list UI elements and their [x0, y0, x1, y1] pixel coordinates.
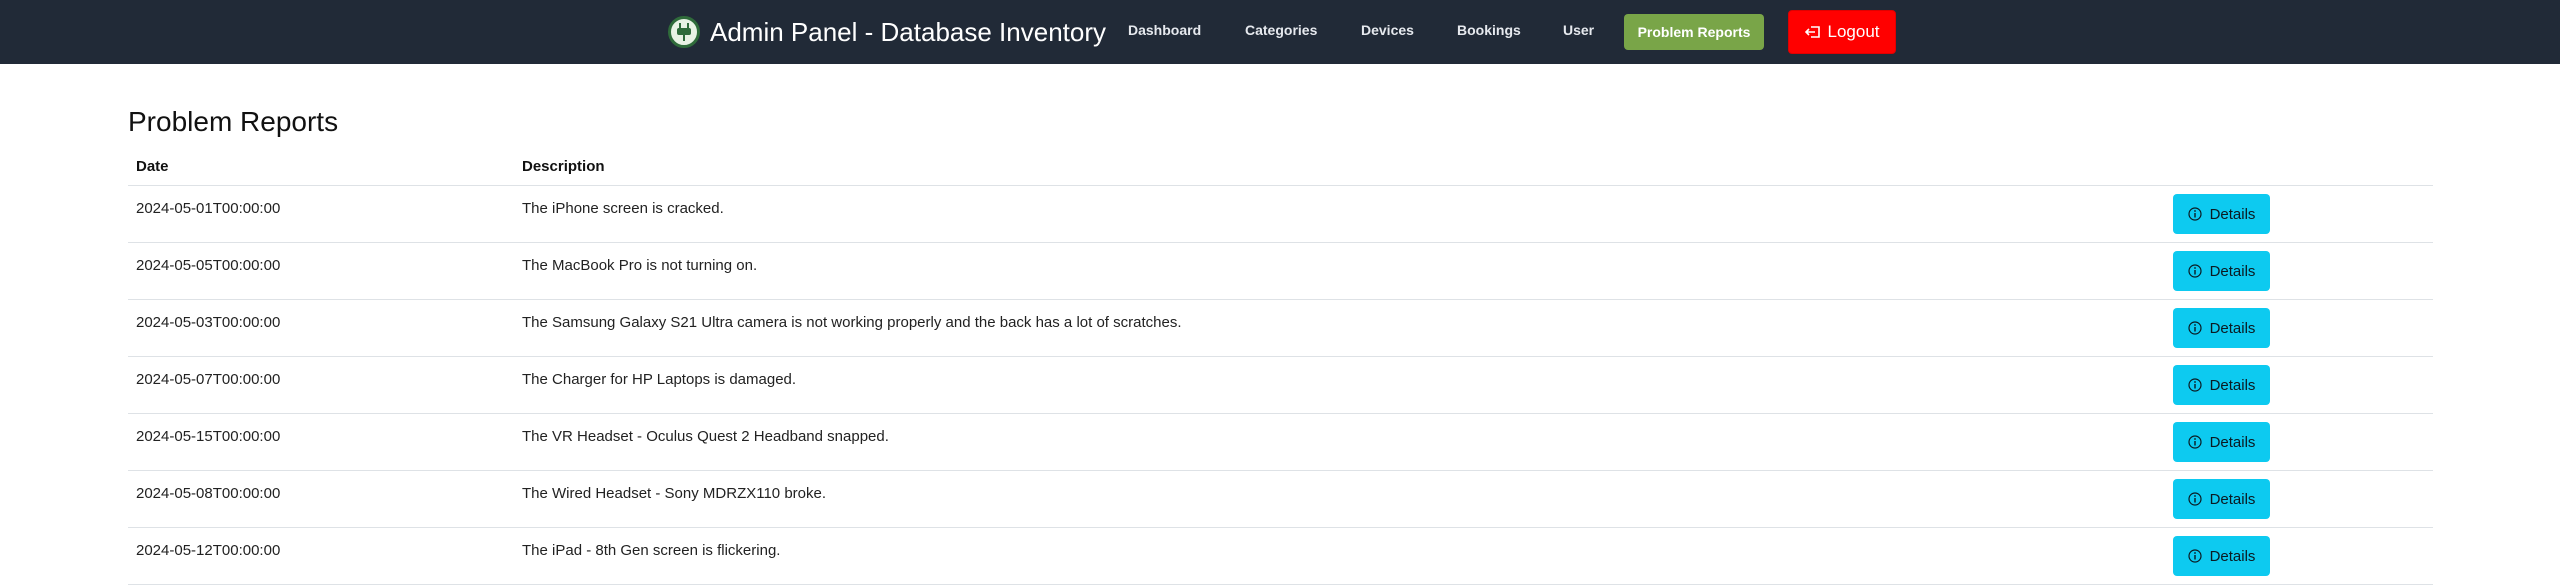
info-circle-icon	[2187, 549, 2202, 563]
brand[interactable]: Admin Panel - Database Inventory	[668, 14, 1106, 50]
page-title: Problem Reports	[128, 106, 339, 137]
table-row: 2024-05-08T00:00:00 The Wired Headset - S…	[128, 471, 2433, 528]
details-button[interactable]: Details	[2173, 365, 2270, 405]
report-date: 2024-05-15T00:00:00	[136, 428, 281, 445]
report-description: The Wired Headset - Sony MDRZX110 broke.	[522, 485, 827, 502]
report-description: The VR Headset - Oculus Quest 2 Headband…	[522, 428, 889, 445]
nav-dashboard[interactable]: Dashboard	[1128, 22, 1201, 38]
report-description: The MacBook Pro is not turning on.	[522, 257, 758, 274]
details-button[interactable]: Details	[2173, 308, 2270, 348]
details-button[interactable]: Details	[2173, 251, 2270, 291]
info-circle-icon	[2187, 264, 2202, 278]
logout-button[interactable]: Logout	[1788, 10, 1896, 54]
report-description: The Charger for HP Laptops is damaged.	[522, 371, 797, 388]
problem-reports-table: Date Description 2024-05-01T00:00:00 The …	[128, 148, 2433, 585]
details-button[interactable]: Details	[2173, 422, 2270, 462]
logout-icon	[1804, 26, 1820, 38]
details-label: Details	[2209, 490, 2256, 508]
report-date: 2024-05-07T00:00:00	[136, 371, 281, 388]
brand-title: Admin Panel - Database Inventory	[710, 16, 1106, 47]
info-circle-icon	[2187, 492, 2202, 506]
table-row: 2024-05-03T00:00:00 The Samsung Galaxy S2…	[128, 300, 2433, 357]
report-description: The iPhone screen is cracked.	[522, 200, 724, 217]
table-header: Date Description	[128, 148, 2433, 186]
info-circle-icon	[2187, 207, 2202, 221]
details-label: Details	[2209, 319, 2256, 337]
nav-categories[interactable]: Categories	[1245, 22, 1317, 38]
column-header-description: Description	[522, 158, 605, 175]
table-body: 2024-05-01T00:00:00 The iPhone screen is …	[128, 186, 2433, 585]
report-date: 2024-05-12T00:00:00	[136, 542, 281, 559]
details-button[interactable]: Details	[2173, 194, 2270, 234]
top-navbar: Admin Panel - Database Inventory Dashboa…	[0, 0, 2560, 64]
report-date: 2024-05-08T00:00:00	[136, 485, 281, 502]
info-circle-icon	[2187, 378, 2202, 392]
table-row: 2024-05-01T00:00:00 The iPhone screen is …	[128, 186, 2433, 243]
nav-bookings[interactable]: Bookings	[1457, 22, 1521, 38]
nav-problem-reports[interactable]: Problem Reports	[1624, 14, 1764, 50]
nav-devices[interactable]: Devices	[1361, 22, 1414, 38]
table-row: 2024-05-05T00:00:00 The MacBook Pro is no…	[128, 243, 2433, 300]
logout-label: Logout	[1827, 22, 1880, 41]
details-label: Details	[2209, 547, 2256, 565]
report-date: 2024-05-03T00:00:00	[136, 314, 281, 331]
details-label: Details	[2209, 433, 2256, 451]
info-circle-icon	[2187, 435, 2202, 449]
nav-user[interactable]: User	[1563, 22, 1594, 38]
column-header-date: Date	[136, 158, 169, 175]
plug-logo-icon	[668, 16, 700, 48]
report-date: 2024-05-01T00:00:00	[136, 200, 281, 217]
details-label: Details	[2209, 262, 2256, 280]
details-button[interactable]: Details	[2173, 536, 2270, 576]
table-row: 2024-05-15T00:00:00 The VR Headset - Ocul…	[128, 414, 2433, 471]
table-row: 2024-05-07T00:00:00 The Charger for HP La…	[128, 357, 2433, 414]
details-label: Details	[2209, 376, 2256, 394]
info-circle-icon	[2187, 321, 2202, 335]
report-date: 2024-05-05T00:00:00	[136, 257, 281, 274]
details-button[interactable]: Details	[2173, 479, 2270, 519]
report-description: The Samsung Galaxy S21 Ultra camera is n…	[522, 314, 1182, 331]
report-description: The iPad - 8th Gen screen is flickering.	[522, 542, 781, 559]
table-row: 2024-05-12T00:00:00 The iPad - 8th Gen sc…	[128, 528, 2433, 585]
details-label: Details	[2209, 205, 2256, 223]
